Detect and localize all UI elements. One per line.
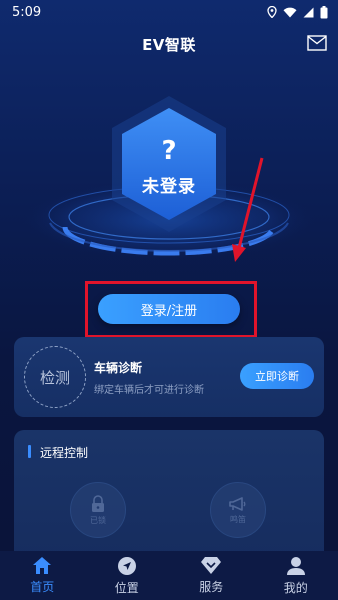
location-icon: [267, 6, 277, 18]
bottom-navigation: 首页 位置 服务 我的: [0, 551, 338, 600]
diamond-icon: [201, 557, 222, 574]
page-title: EV智联: [142, 35, 196, 54]
diagnosis-title: 车辆诊断: [94, 361, 143, 375]
mail-button[interactable]: [306, 32, 328, 54]
app-screen: 5:09 EV智联 ? 未登录 登录/注册 检测 车辆诊断 绑定车辆后才可进行诊…: [0, 0, 338, 600]
user-icon: [286, 556, 305, 575]
login-register-button[interactable]: 登录/注册: [98, 294, 240, 324]
home-icon: [33, 557, 52, 574]
status-icons: [267, 5, 328, 19]
diagnosis-subtitle: 绑定车辆后才可进行诊断: [94, 385, 204, 396]
section-accent-bar: [28, 445, 31, 458]
lock-control-button[interactable]: 已锁: [70, 482, 126, 538]
diagnose-now-button[interactable]: 立即诊断: [240, 363, 314, 389]
battery-icon: [320, 5, 328, 19]
login-status-hexagon: ? 未登录: [108, 94, 230, 234]
nav-item-service[interactable]: 服务: [169, 551, 254, 600]
lock-label: 已锁: [90, 515, 106, 525]
nav-item-location[interactable]: 位置: [85, 551, 170, 600]
question-mark-icon: ?: [161, 136, 177, 166]
wifi-icon: [283, 7, 297, 18]
nav-item-home[interactable]: 首页: [0, 551, 85, 600]
nav-item-mine[interactable]: 我的: [254, 551, 338, 600]
remote-control-card: 远程控制 已锁 鸣笛: [14, 430, 324, 570]
status-time: 5:09: [12, 4, 42, 20]
check-circle: 检测: [24, 346, 86, 408]
remote-control-title: 远程控制: [40, 446, 89, 460]
nav-label-mine: 我的: [283, 580, 308, 595]
location-arrow-icon: [117, 556, 136, 575]
login-status-label: 未登录: [142, 177, 196, 197]
app-header: EV智联: [0, 28, 338, 60]
horn-icon: [229, 496, 246, 511]
mail-icon: [307, 35, 327, 51]
horn-control-button[interactable]: 鸣笛: [210, 482, 266, 538]
signal-icon: [303, 7, 314, 18]
horn-label: 鸣笛: [230, 514, 246, 524]
vehicle-diagnosis-card: 检测 车辆诊断 绑定车辆后才可进行诊断 立即诊断: [14, 337, 324, 417]
lock-icon: [92, 494, 104, 512]
hero-area: ? 未登录: [0, 80, 338, 280]
nav-label-home: 首页: [30, 580, 55, 594]
status-bar: 5:09: [0, 0, 338, 24]
nav-label-location: 位置: [114, 580, 139, 595]
nav-label-service: 服务: [199, 580, 224, 594]
